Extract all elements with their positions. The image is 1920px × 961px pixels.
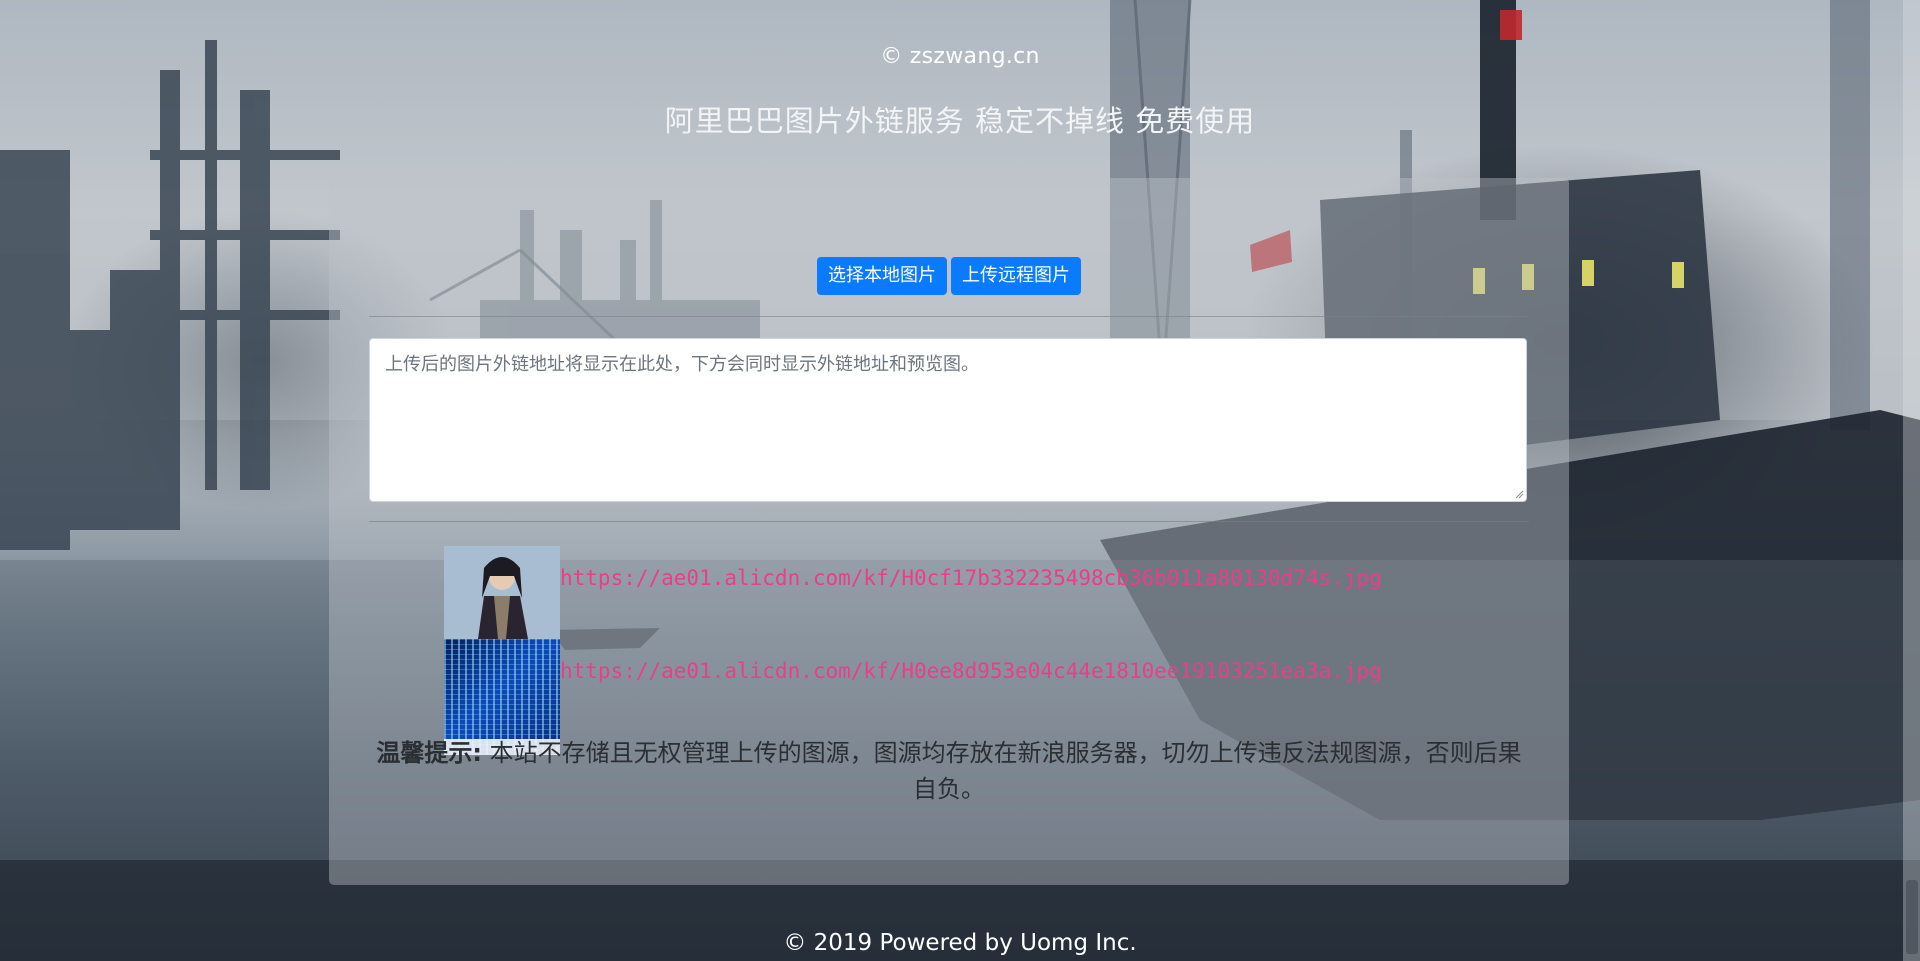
resize-grip-icon[interactable] <box>1514 489 1524 499</box>
notice-label: 温馨提示: <box>376 739 482 767</box>
upload-panel: 选择本地图片 上传远程图片 上传后的图片外链地址将显示在此处，下方会同时显示外链… <box>329 178 1569 885</box>
textarea-placeholder: 上传后的图片外链地址将显示在此处，下方会同时显示外链地址和预览图。 <box>385 354 979 375</box>
select-local-image-button[interactable]: 选择本地图片 <box>817 257 947 295</box>
character-portrait-image <box>444 546 560 639</box>
result-item: https://ae01.alicdn.com/kf/H0ee8d953e04c… <box>444 639 1504 755</box>
image-url-link[interactable]: https://ae01.alicdn.com/kf/H0cf17b332235… <box>560 566 1382 590</box>
vertical-scrollbar[interactable] <box>1903 0 1920 961</box>
divider <box>369 521 1529 522</box>
upload-result-list: https://ae01.alicdn.com/kf/H0cf17b332235… <box>444 546 1504 755</box>
notice-body: 本站不存储且无权管理上传的图源，图源均存放在新浪服务器，切勿上传违反法规图源，否… <box>481 739 1522 803</box>
image-url-output-textarea[interactable]: 上传后的图片外链地址将显示在此处，下方会同时显示外链地址和预览图。 <box>369 338 1527 502</box>
scrollbar-thumb[interactable] <box>1906 880 1918 954</box>
result-item: https://ae01.alicdn.com/kf/H0cf17b332235… <box>444 546 1504 639</box>
upload-button-row: 选择本地图片 上传远程图片 <box>329 257 1569 295</box>
image-url-link[interactable]: https://ae01.alicdn.com/kf/H0ee8d953e04c… <box>560 659 1382 683</box>
page-subtitle: 阿里巴巴图片外链服务 稳定不掉线 免费使用 <box>664 104 1256 138</box>
upload-remote-image-button[interactable]: 上传远程图片 <box>951 257 1081 295</box>
image-preview-thumbnail[interactable] <box>444 546 560 639</box>
notice-text: 温馨提示: 本站不存储且无权管理上传的图源，图源均存放在新浪服务器，切勿上传违反… <box>369 735 1529 807</box>
divider <box>369 316 1529 317</box>
site-title: © zszwang.cn <box>880 44 1040 69</box>
footer-copyright: © 2019 Powered by Uomg Inc. <box>783 930 1137 956</box>
